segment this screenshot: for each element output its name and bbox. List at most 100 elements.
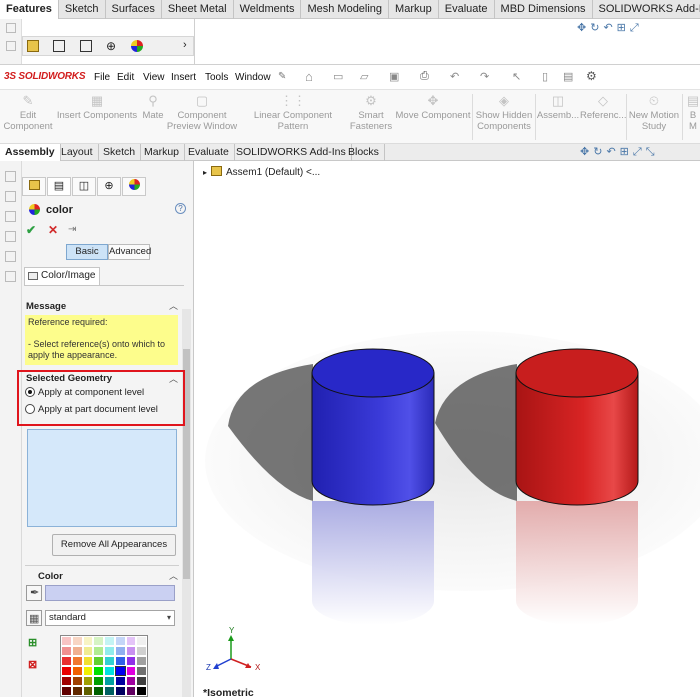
palette-swatch[interactable] bbox=[136, 656, 147, 666]
palette-swatch[interactable] bbox=[125, 666, 137, 676]
palette-swatch[interactable] bbox=[61, 686, 72, 696]
palette-swatch[interactable] bbox=[61, 666, 72, 676]
selection-list-box[interactable] bbox=[27, 429, 177, 527]
linear-component-pattern-button[interactable]: ⋮⋮ Linear Component Pattern bbox=[238, 90, 348, 144]
side-icon-2[interactable] bbox=[5, 191, 16, 202]
home-icon[interactable]: ⌂ bbox=[305, 69, 313, 84]
color-palette-grid[interactable] bbox=[60, 635, 148, 697]
remove-all-appearances-button[interactable]: Remove All Appearances bbox=[52, 534, 176, 556]
zoom-to-fit-icon[interactable]: ✥ bbox=[580, 146, 589, 158]
bg-chevron-right-icon[interactable]: › bbox=[183, 39, 187, 51]
pushpin-button[interactable]: ⇥ bbox=[68, 224, 76, 235]
delete-swatch-icon[interactable]: ⊠ bbox=[28, 659, 42, 673]
bg-display-icon[interactable] bbox=[131, 40, 143, 52]
palette-swatch[interactable] bbox=[61, 676, 72, 686]
palette-swatch[interactable] bbox=[125, 636, 137, 646]
bg-config-icon[interactable] bbox=[80, 40, 92, 52]
palette-swatch[interactable] bbox=[71, 676, 83, 686]
ok-checkmark-button[interactable]: ✔ bbox=[26, 223, 36, 237]
palette-swatch[interactable] bbox=[136, 636, 147, 646]
section-view-icon[interactable]: ⤢ bbox=[633, 146, 642, 158]
undo-icon[interactable]: ↶ bbox=[450, 70, 459, 83]
rotate-view-icon[interactable]: ↻ bbox=[593, 146, 602, 158]
bom-button[interactable]: ▤ B M bbox=[685, 90, 700, 144]
feature-tree-flyout[interactable]: ▸ Assem1 (Default) <... bbox=[203, 166, 320, 178]
palette-swatch[interactable] bbox=[82, 656, 94, 666]
expand-arrow-icon[interactable]: ▸ bbox=[203, 168, 207, 177]
file-properties-icon[interactable]: ▤ bbox=[563, 70, 573, 83]
palette-swatch[interactable] bbox=[93, 636, 104, 646]
tab-assembly[interactable]: Assembly bbox=[0, 144, 61, 161]
bg-tab-markup[interactable]: Markup bbox=[389, 0, 439, 19]
collapse-chevron-icon[interactable]: ︿ bbox=[169, 299, 178, 312]
palette-swatch[interactable] bbox=[104, 676, 115, 686]
palette-swatch[interactable] bbox=[104, 656, 115, 666]
palette-swatch[interactable] bbox=[125, 646, 137, 656]
palette-swatch[interactable] bbox=[104, 686, 115, 696]
side-icon-5[interactable] bbox=[5, 251, 16, 262]
palette-swatch[interactable] bbox=[125, 686, 137, 696]
graphics-area[interactable]: Y X Z ▸ Assem1 (Default) <... *Isometric bbox=[195, 161, 700, 697]
blue-cylinder[interactable] bbox=[311, 348, 435, 506]
basic-mode-button[interactable]: Basic bbox=[66, 244, 108, 260]
view-orientation-icon[interactable]: ⤡ bbox=[646, 146, 655, 158]
palette-swatch[interactable] bbox=[82, 676, 94, 686]
smart-fasteners-button[interactable]: ⚙ Smart Fasteners bbox=[348, 90, 394, 144]
move-component-button[interactable]: ✥ Move Component bbox=[394, 90, 472, 144]
feature-manager-tab[interactable] bbox=[22, 177, 46, 196]
reference-geometry-button[interactable]: ◇ Referenc... bbox=[580, 90, 626, 144]
bg-assembly-icon[interactable] bbox=[27, 40, 39, 52]
bg-zoom-fit-icon[interactable]: ✥ bbox=[577, 22, 586, 34]
tab-markup[interactable]: Markup bbox=[139, 144, 186, 161]
component-preview-window-button[interactable]: ▢ Component Preview Window bbox=[166, 90, 238, 144]
palette-swatch[interactable] bbox=[82, 646, 94, 656]
selected-geometry-chevron-icon[interactable]: ︿ bbox=[169, 372, 178, 385]
previous-view-icon[interactable]: ↶ bbox=[606, 146, 615, 158]
save-icon[interactable]: ▣ bbox=[389, 70, 399, 83]
palette-swatch[interactable] bbox=[114, 676, 126, 686]
tab-layout[interactable]: Layout bbox=[56, 144, 99, 161]
print-icon[interactable]: ⎙ bbox=[420, 70, 429, 83]
side-icon-4[interactable] bbox=[5, 231, 16, 242]
palette-swatch[interactable] bbox=[136, 666, 147, 676]
palette-swatch[interactable] bbox=[61, 636, 72, 646]
bg-dimxpert-icon[interactable]: ⊕ bbox=[106, 39, 116, 53]
bg-tab-features[interactable]: Features bbox=[0, 0, 59, 19]
display-manager-tab[interactable] bbox=[122, 177, 146, 196]
configuration-manager-tab[interactable]: ◫ bbox=[72, 177, 96, 196]
palette-swatch[interactable] bbox=[71, 666, 83, 676]
menu-file[interactable]: File bbox=[94, 72, 110, 83]
select-icon[interactable]: ↖ bbox=[512, 70, 521, 83]
options-gear-icon[interactable]: ⚙ bbox=[586, 69, 597, 83]
palette-swatch-selected[interactable] bbox=[114, 666, 126, 676]
palette-swatch[interactable] bbox=[104, 666, 115, 676]
rebuild-icon[interactable]: ▯ bbox=[542, 70, 548, 83]
bg-undo-view-icon[interactable]: ↶ bbox=[603, 22, 612, 34]
bg-tab-sketch[interactable]: Sketch bbox=[59, 0, 106, 19]
palette-swatch[interactable] bbox=[136, 686, 147, 696]
palette-swatch[interactable] bbox=[114, 686, 126, 696]
color-section-chevron-icon[interactable]: ︿ bbox=[169, 569, 178, 582]
bg-tab-mesh-modeling[interactable]: Mesh Modeling bbox=[301, 0, 390, 19]
menu-insert[interactable]: Insert bbox=[171, 72, 196, 83]
palette-swatch[interactable] bbox=[71, 646, 83, 656]
bg-property-icon[interactable] bbox=[53, 40, 65, 52]
property-manager-tab[interactable]: ▤ bbox=[47, 177, 71, 196]
bg-zoom-area-icon[interactable]: ⊞ bbox=[617, 22, 626, 34]
palette-swatch[interactable] bbox=[104, 636, 115, 646]
palette-swatch[interactable] bbox=[93, 656, 104, 666]
open-file-icon[interactable]: ▱ bbox=[360, 70, 368, 83]
bg-tab-evaluate[interactable]: Evaluate bbox=[439, 0, 495, 19]
palette-swatch[interactable] bbox=[114, 636, 126, 646]
tab-solidworks-add-ins[interactable]: SOLIDWORKS Add-Ins bbox=[231, 144, 352, 161]
apply-component-level-radio[interactable] bbox=[25, 387, 35, 397]
menu-view[interactable]: View bbox=[143, 72, 165, 83]
side-icon-1[interactable] bbox=[5, 171, 16, 182]
palette-swatch[interactable] bbox=[82, 666, 94, 676]
bg-pan-icon[interactable]: ⤢ bbox=[630, 22, 639, 34]
palette-swatch[interactable] bbox=[71, 686, 83, 696]
add-swatch-icon[interactable]: ⊞ bbox=[28, 637, 42, 651]
palette-select-dropdown[interactable]: standard ▾ bbox=[45, 610, 175, 626]
bg-tab-weldments[interactable]: Weldments bbox=[234, 0, 302, 19]
cancel-x-button[interactable]: ✕ bbox=[48, 223, 58, 237]
